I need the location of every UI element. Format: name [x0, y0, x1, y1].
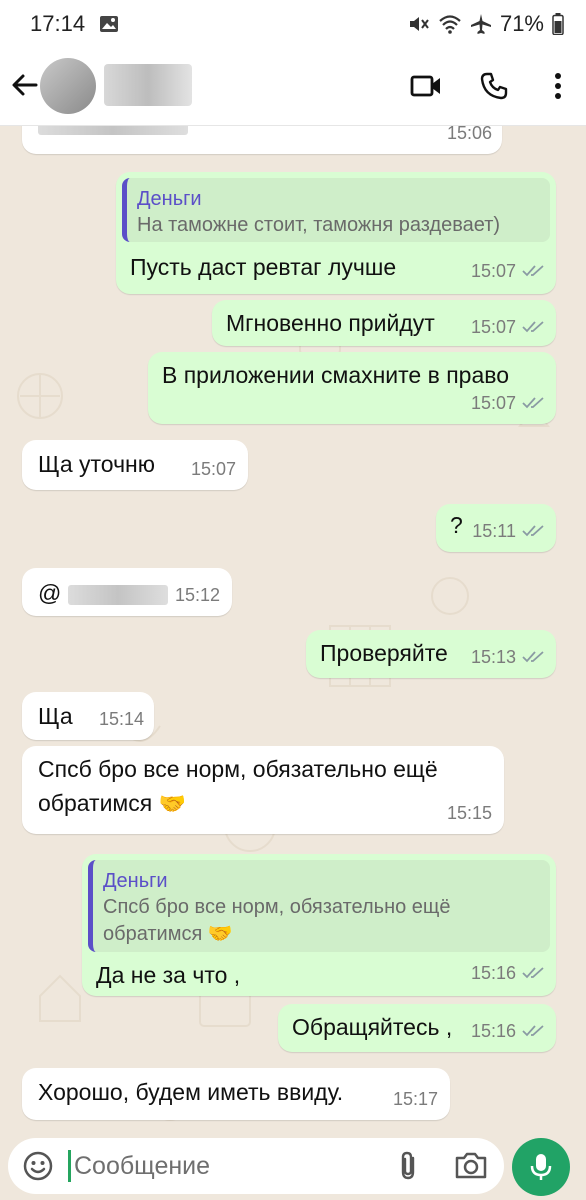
- message-meta: 15:07: [471, 312, 546, 342]
- message-time: 15:16: [470, 963, 516, 983]
- handshake-emoji: 🤝: [158, 791, 186, 816]
- read-ticks-icon: [522, 967, 544, 979]
- chat-header: [0, 48, 586, 126]
- emoji-icon[interactable]: [22, 1150, 54, 1182]
- status-right: 71%: [408, 11, 564, 37]
- contact-avatar[interactable]: [40, 58, 96, 114]
- status-bar: 17:14 71%: [0, 0, 586, 48]
- message-time: 15:12: [174, 585, 220, 605]
- message-text: Мгновенно прийдут: [226, 310, 435, 336]
- read-ticks-icon: [522, 397, 544, 409]
- quoted-message[interactable]: Деньги На таможне стоит, таможня раздева…: [122, 178, 550, 242]
- read-ticks-icon: [522, 265, 544, 277]
- mention-text: @: [38, 578, 168, 608]
- message-bubble-outgoing[interactable]: В приложении смахните в право 15:07: [148, 352, 556, 424]
- message-time: 15:17: [392, 1089, 438, 1109]
- quoted-message[interactable]: Деньги Спсб бро все норм, обязательно ещ…: [88, 860, 550, 952]
- airplane-icon: [470, 13, 492, 35]
- message-bubble-outgoing[interactable]: Обращяйтесь , 15:16: [278, 1004, 556, 1052]
- read-ticks-icon: [522, 651, 544, 663]
- message-text: В приложении смахните в право: [162, 362, 510, 388]
- message-time: 15:11: [472, 521, 516, 541]
- quote-author: Деньги: [137, 188, 202, 210]
- redacted-text: [38, 126, 188, 135]
- message-text: ?: [450, 512, 463, 538]
- message-input[interactable]: [74, 1146, 374, 1186]
- quote-text-line1: Спсб бро все норм, обязательно ещё: [103, 896, 451, 918]
- message-time: 15:07: [190, 459, 236, 479]
- message-bubble-incoming[interactable]: Спсб бро все норм, обязательно ещё обрат…: [22, 746, 504, 834]
- message-time: 15:06: [446, 126, 492, 143]
- quote-text-part: обратимся: [103, 923, 203, 945]
- redacted-mention: [67, 584, 168, 605]
- quote-text-line2: обратимся 🤝: [103, 921, 540, 948]
- message-meta: 15:16: [471, 1016, 546, 1046]
- message-text-part: обратимся: [38, 790, 153, 816]
- message-time: 15:13: [470, 647, 516, 667]
- read-ticks-icon: [522, 525, 544, 537]
- message-text: Ща: [38, 703, 73, 729]
- message-text: Хорошо, будем иметь ввиду.: [38, 1079, 344, 1105]
- message-bubble-incoming[interactable]: @ 15:12: [22, 568, 232, 616]
- message-bubble-outgoing[interactable]: Деньги На таможне стоит, таможня раздева…: [116, 172, 556, 294]
- status-time: 17:14: [30, 11, 86, 36]
- message-meta: 15:11: [472, 516, 546, 546]
- read-ticks-icon: [522, 321, 544, 333]
- message-bubble-incoming[interactable]: 15:06: [22, 126, 502, 154]
- quote-author: Деньги: [103, 870, 168, 892]
- message-time: 15:07: [470, 317, 516, 337]
- video-call-icon[interactable]: [408, 68, 444, 104]
- message-time: 15:16: [470, 1021, 516, 1041]
- battery-percent: 71%: [499, 11, 544, 36]
- camera-icon[interactable]: [454, 1150, 490, 1182]
- message-text-line2: обратимся 🤝: [38, 788, 186, 819]
- mute-icon: [408, 14, 430, 34]
- handshake-emoji: 🤝: [207, 923, 233, 945]
- more-vert-icon[interactable]: [540, 68, 576, 104]
- message-meta: 15:07: [471, 388, 546, 418]
- mic-button[interactable]: [512, 1138, 570, 1196]
- message-bubble-outgoing[interactable]: Мгновенно прийдут 15:07: [212, 300, 556, 346]
- message-time: 15:07: [470, 393, 516, 413]
- message-time: 15:07: [470, 261, 516, 281]
- battery-icon: [552, 13, 564, 35]
- message-bubble-incoming[interactable]: Ща 15:14: [22, 692, 154, 740]
- message-text: Обращяйтесь ,: [292, 1014, 453, 1040]
- message-bubble-incoming[interactable]: Хорошо, будем иметь ввиду. 15:17: [22, 1068, 450, 1120]
- message-text: Ща уточню: [38, 451, 155, 477]
- message-composer[interactable]: [8, 1138, 504, 1194]
- message-text: Пусть даст ревтаг лучше: [130, 254, 397, 280]
- back-arrow-icon[interactable]: [10, 70, 40, 100]
- message-time: 15:15: [446, 803, 492, 823]
- composer-bar: [0, 1136, 586, 1200]
- message-bubble-outgoing[interactable]: Деньги Спсб бро все норм, обязательно ещ…: [82, 854, 556, 996]
- message-time: 15:14: [98, 709, 144, 729]
- text-cursor: [68, 1150, 71, 1182]
- message-meta: 15:07: [471, 256, 546, 286]
- contact-name-redacted[interactable]: [104, 64, 192, 106]
- message-meta: 15:13: [471, 642, 546, 672]
- microphone-icon: [530, 1154, 552, 1180]
- message-bubble-outgoing[interactable]: ? 15:11: [436, 504, 556, 552]
- quote-text: На таможне стоит, таможня раздевает): [137, 214, 501, 236]
- read-ticks-icon: [522, 1025, 544, 1037]
- phone-icon[interactable]: [476, 68, 512, 104]
- wifi-icon: [438, 14, 462, 34]
- message-text: Да не за что ,: [96, 962, 241, 988]
- message-meta: 15:16: [471, 958, 546, 988]
- image-icon: [99, 15, 119, 33]
- message-bubble-outgoing[interactable]: Проверяйте 15:13: [306, 630, 556, 678]
- message-text: Проверяйте: [320, 640, 448, 666]
- message-text-line1: Спсб бро все норм, обязательно ещё: [38, 756, 438, 782]
- attach-paperclip-icon[interactable]: [392, 1150, 424, 1182]
- message-list[interactable]: 15:06 Деньги На таможне стоит, таможня р…: [0, 126, 586, 1136]
- message-bubble-incoming[interactable]: Ща уточню 15:07: [22, 440, 248, 490]
- mention-symbol: @: [38, 580, 62, 606]
